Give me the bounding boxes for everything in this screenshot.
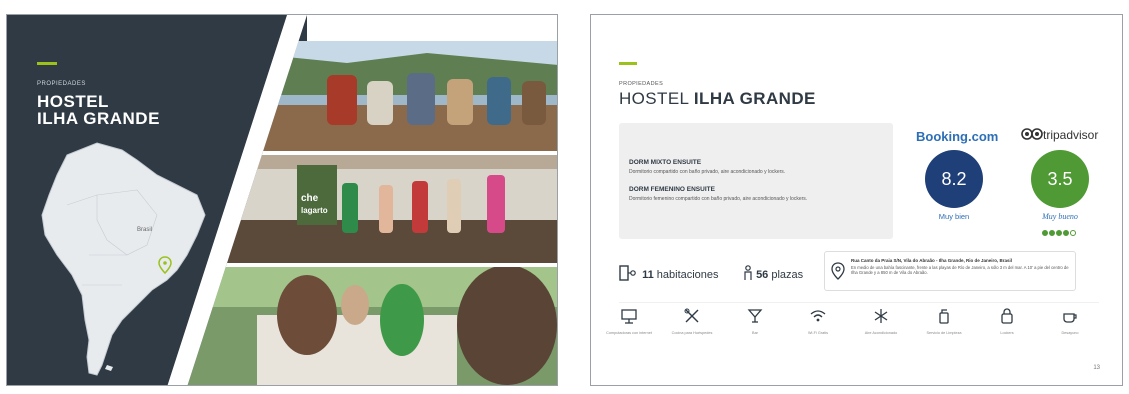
rating-dot	[1070, 230, 1076, 236]
left-page: PROPIEDADES HOSTEL ILHA GRANDE Brasil ch…	[6, 14, 558, 386]
tripadvisor-logo: tripadvisor	[1021, 128, 1098, 142]
title-bold: ILHA GRANDE	[693, 89, 816, 108]
beds-count: 56	[756, 269, 769, 281]
right-page: PROPIEDADES HOSTEL ILHA GRANDE DORM MIXT…	[590, 14, 1123, 386]
address-description: En medio de una bahía fascinante, frente…	[851, 265, 1069, 276]
rating-dot	[1049, 230, 1055, 236]
amenity-computers: Computadoras con internet	[599, 307, 659, 336]
amenity-label: Bar	[752, 331, 758, 335]
photo-sign-line1: che	[301, 193, 319, 204]
rooms-label: habitaciones	[656, 269, 719, 281]
kitchen-icon	[684, 308, 699, 323]
amenity-bar: Bar	[725, 307, 785, 336]
wifi-icon	[810, 310, 826, 322]
person-icon	[744, 265, 752, 280]
location-pin-icon	[831, 262, 845, 280]
computer-icon	[621, 309, 637, 324]
amenity-label: Servicio de Limpieza	[926, 331, 962, 335]
tripadvisor-score-badge: 3.5	[1031, 150, 1089, 208]
amenity-label: Lockers	[1000, 331, 1014, 335]
hostel-title: HOSTEL ILHA GRANDE	[619, 89, 816, 109]
accent-bar	[619, 62, 637, 65]
address-box: Rua Canto da Praia S/N, Vila do Abraão -…	[824, 251, 1076, 291]
room-description: Dormitorio compartido con baño privado, …	[629, 169, 786, 175]
bar-icon	[747, 309, 763, 323]
divider	[619, 302, 1099, 303]
amenity-air-conditioning: Aire Acondicionado	[851, 307, 911, 336]
tripadvisor-score-caption: Muy bueno	[1042, 212, 1078, 221]
photo-collage: che lagarto	[167, 15, 557, 385]
rating-dot	[1056, 230, 1062, 236]
rooms-count: 11	[642, 269, 654, 281]
amenity-label: Computadoras con internet	[606, 331, 652, 335]
beds-stat: 56 plazas	[743, 265, 803, 281]
breakfast-icon	[1063, 313, 1077, 323]
owl-icon	[1021, 128, 1043, 140]
booking-logo: Booking.com	[916, 129, 999, 144]
room-description: Dormitorio femenino compartido con baño …	[629, 196, 808, 202]
amenity-label: Wi-Fi Gratis	[807, 331, 829, 335]
title-light: HOSTEL	[619, 89, 689, 108]
amenity-kitchen: Cocina para Huéspedes	[662, 307, 722, 336]
rooms-box: DORM MIXTO ENSUITE Dormitorio compartido…	[619, 123, 893, 239]
booking-score-caption: Muy bien	[938, 212, 970, 221]
snowflake-icon	[874, 309, 888, 323]
tripadvisor-brand: tripadvisor	[1043, 128, 1099, 142]
amenity-label: Aire Acondicionado	[864, 331, 898, 335]
address-title: Rua Canto da Praia S/N, Vila do Abraão -…	[851, 258, 1013, 263]
photo-sign-line2: lagarto	[301, 206, 328, 215]
door-key-icon	[619, 265, 636, 281]
section-label: PROPIEDADES	[619, 81, 664, 87]
tripadvisor-rating-dots	[1042, 223, 1077, 241]
amenity-cleaning: Servicio de Limpieza	[914, 307, 974, 336]
page-number: 13	[1093, 365, 1100, 371]
rooms-stat: 11 habitaciones	[619, 265, 719, 281]
cleaning-icon	[939, 309, 949, 324]
amenity-label: Desayuno	[1061, 331, 1079, 335]
room-title: DORM FEMENINO ENSUITE	[629, 186, 715, 193]
rating-dot	[1063, 230, 1069, 236]
beds-label: plazas	[771, 269, 804, 281]
rating-dot	[1042, 230, 1048, 236]
photo-terrace	[187, 41, 557, 151]
locker-icon	[1001, 308, 1013, 324]
amenity-breakfast: Desayuno	[1040, 307, 1100, 336]
amenity-label: Cocina para Huéspedes	[671, 331, 713, 335]
amenity-wifi: Wi-Fi Gratis	[788, 307, 848, 336]
booking-score-badge: 8.2	[925, 150, 983, 208]
amenity-lockers: Lockers	[977, 307, 1037, 336]
photo-playing-cards	[187, 265, 557, 385]
room-title: DORM MIXTO ENSUITE	[629, 159, 702, 166]
